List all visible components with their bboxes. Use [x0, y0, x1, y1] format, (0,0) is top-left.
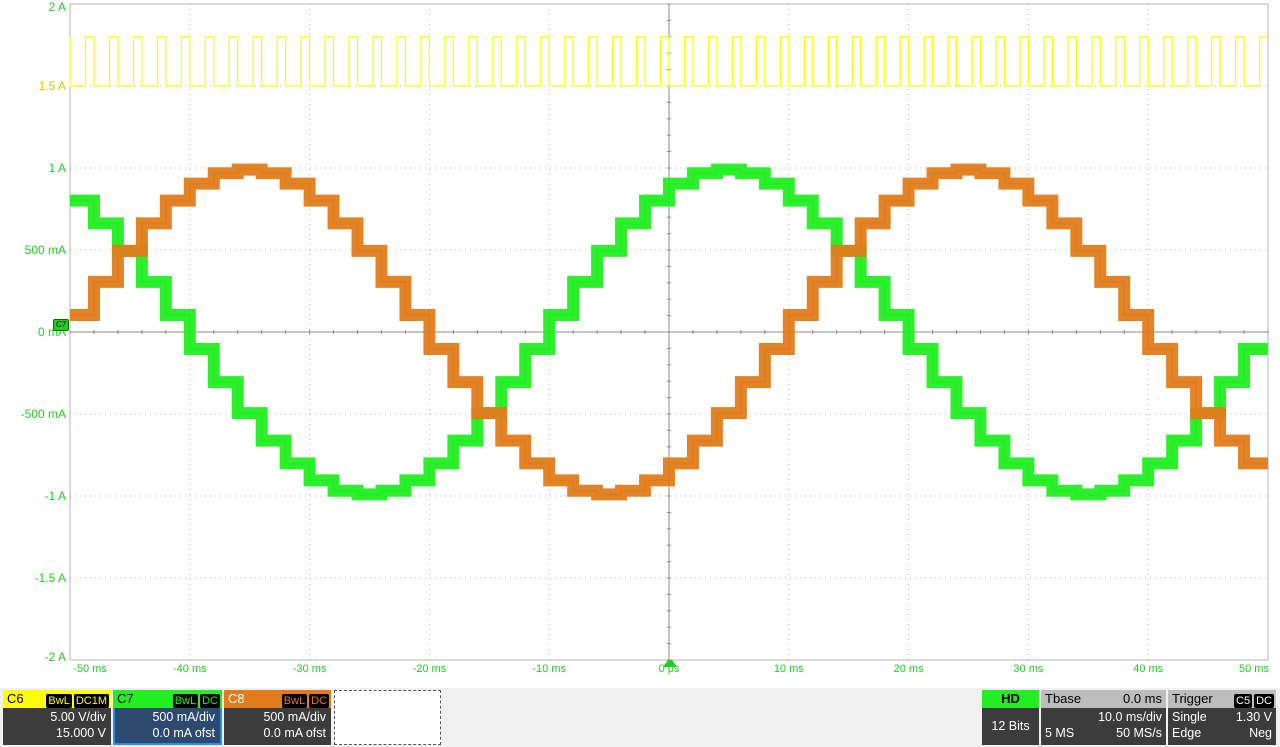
channel-offset: 0.0 mA ofst — [152, 726, 215, 740]
x-tick-label: 30 ms — [1013, 663, 1044, 675]
trigger-source-badge: C5 — [1234, 694, 1253, 708]
x-tick-label: -50 ms — [73, 663, 107, 675]
bandwidth-badge: BwL — [46, 694, 72, 708]
x-tick-label: -10 ms — [532, 663, 566, 675]
status-bar: C6 BwL DC1M 5.00 V/div 15.000 V C7 BwL DC … — [0, 688, 1280, 747]
trigger-position-marker[interactable] — [663, 660, 677, 667]
x-tick-label: 50 ms — [1239, 663, 1269, 675]
waveform-plot[interactable] — [0, 0, 1280, 688]
empty-channel-slot[interactable] — [334, 690, 441, 745]
timebase-sample-rate: 50 MS/s — [1116, 726, 1162, 740]
x-tick-label: -40 ms — [172, 663, 207, 675]
y-tick-label: 2 A — [48, 0, 66, 14]
timebase-label: Tbase — [1045, 691, 1082, 706]
channel-c8-descriptor[interactable]: C8 BwL DC 500 mA/div 0.0 mA ofst — [224, 690, 331, 745]
channel-offset: 15.000 V — [55, 726, 106, 740]
channel-c7-descriptor[interactable]: C7 BwL DC 500 mA/div 0.0 mA ofst — [113, 690, 222, 745]
x-tick-label: -20 ms — [412, 663, 447, 675]
channel-scale: 5.00 V/div — [50, 710, 106, 724]
channel-name: C8 — [228, 691, 245, 706]
hd-bits: 12 Bits — [991, 719, 1030, 733]
coupling-badge: DC — [309, 694, 329, 708]
hd-label: HD — [982, 690, 1039, 708]
channel-name: C7 — [117, 691, 134, 706]
bandwidth-badge: BwL — [281, 694, 308, 708]
y-tick-label: -1.5 A — [34, 571, 66, 585]
trigger-coupling-badge: DC — [1254, 694, 1274, 708]
y-tick-label: -500 mA — [20, 407, 66, 421]
trigger-type: Edge — [1172, 726, 1202, 740]
timebase-descriptor[interactable]: Tbase 0.0 ms 10.0 ms/div 5 MS 50 MS/s — [1041, 690, 1166, 745]
channel-scale: 500 mA/div — [152, 710, 215, 724]
trigger-descriptor[interactable]: Trigger C5 DC Single 1.30 V Edge Neg — [1168, 690, 1276, 745]
scope-display[interactable]: 2 A 1.5 A1 A 500 mA 0 mA -500 mA -1 A -1.5 A -2… — [0, 0, 1280, 688]
y-tick-label: 500 mA — [24, 243, 66, 257]
y-tick-label: 1.5 A — [38, 79, 66, 93]
trigger-slope: Neg — [1249, 726, 1272, 740]
timebase-delay: 0.0 ms — [1122, 691, 1162, 706]
coupling-badge: DC1M — [73, 694, 109, 708]
x-tick-label: 40 ms — [1133, 663, 1164, 675]
y-tick-label: 1 A — [48, 161, 66, 175]
channel-c6-descriptor[interactable]: C6 BwL DC1M 5.00 V/div 15.000 V — [3, 690, 111, 745]
trigger-level: 1.30 V — [1235, 710, 1272, 724]
timebase-samples: 5 MS — [1045, 726, 1075, 740]
c7-ground-marker[interactable]: C7 — [53, 319, 70, 331]
coupling-badge: DC — [200, 694, 220, 708]
bandwidth-badge: BwL — [172, 694, 199, 708]
grid — [69, 3, 1269, 661]
x-tick-label: -30 ms — [292, 663, 327, 675]
channel-offset: 0.0 mA ofst — [263, 726, 326, 740]
hd-acquisition-descriptor[interactable]: HD 12 Bits — [982, 690, 1039, 745]
trigger-mode: Single — [1172, 710, 1207, 724]
trigger-label: Trigger — [1172, 691, 1213, 706]
timebase-per-div: 10.0 ms/div — [1098, 710, 1162, 724]
x-tick-label: 20 ms — [893, 663, 924, 675]
y-tick-label: -2 A — [44, 650, 66, 664]
channel-name: C6 — [7, 691, 24, 706]
channel-scale: 500 mA/div — [263, 710, 326, 724]
y-tick-label: -1 A — [44, 489, 66, 503]
trace-c6 — [69, 36, 1268, 87]
x-tick-label: 10 ms — [773, 663, 804, 675]
